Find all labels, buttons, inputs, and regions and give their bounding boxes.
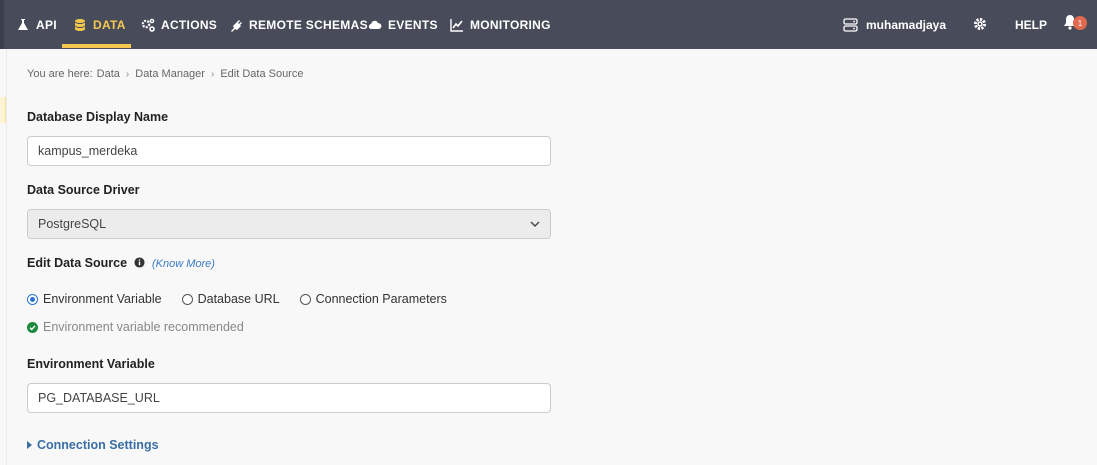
radio-label: Environment Variable	[43, 292, 162, 306]
nav-item-data-label: DATA	[93, 17, 126, 32]
connection-settings-toggle[interactable]: Connection Settings	[27, 438, 159, 452]
caret-right-icon	[27, 441, 32, 449]
nav-item-data[interactable]: DATA	[73, 0, 126, 49]
plug-icon	[231, 18, 242, 32]
content-divider	[6, 49, 7, 465]
user-menu[interactable]: muhamadjaya	[843, 0, 946, 49]
breadcrumb-item-edit-data-source: Edit Data Source	[220, 68, 304, 80]
display-name-label: Database Display Name	[27, 110, 169, 124]
edit-source-heading: Edit Data Source (Know More)	[27, 256, 215, 270]
notification-badge: 1	[1073, 16, 1087, 30]
display-name-input[interactable]: kampus_merdeka	[27, 136, 551, 166]
radio-label: Connection Parameters	[315, 292, 447, 306]
sidebar-edge-highlight	[0, 97, 6, 123]
nav-item-monitoring-label: MONITORING	[470, 17, 551, 32]
radio-database-url[interactable]: Database URL	[181, 292, 280, 306]
radio-environment-variable[interactable]: Environment Variable	[27, 292, 162, 306]
data-source-options: Environment Variable Database URL Connec…	[27, 292, 467, 306]
nav-item-remote-schemas[interactable]: REMOTE SCHEMAS	[229, 0, 368, 49]
nav-item-actions-label: ACTIONS	[161, 17, 218, 32]
server-icon	[843, 17, 858, 32]
chevron-right-icon: ›	[210, 68, 215, 80]
help-label: HELP	[1015, 17, 1048, 32]
recommendation-text: Environment variable recommended	[43, 320, 244, 334]
radio-dot	[299, 293, 311, 305]
gear-icon[interactable]	[972, 16, 988, 32]
cloud-icon	[368, 20, 382, 29]
check-circle-icon	[27, 321, 38, 333]
env-var-value: PG_DATABASE_URL	[38, 391, 160, 405]
breadcrumb-item-data-manager[interactable]: Data Manager	[135, 68, 205, 80]
connection-settings-label: Connection Settings	[37, 438, 159, 452]
edit-source-label: Edit Data Source	[27, 256, 128, 270]
breadcrumb-prefix: You are here:	[27, 68, 93, 80]
active-tab-indicator	[62, 44, 131, 48]
nav-left-strip	[0, 0, 4, 49]
nav-item-monitoring[interactable]: MONITORING	[450, 0, 551, 49]
radio-connection-parameters[interactable]: Connection Parameters	[299, 292, 447, 306]
breadcrumb: You are here: Data › Data Manager › Edit…	[27, 68, 303, 80]
help-button[interactable]: HELP	[1015, 0, 1047, 49]
nav-item-events[interactable]: EVENTS	[368, 0, 438, 49]
nav-item-remote-schemas-label: REMOTE SCHEMAS	[249, 17, 368, 32]
chevron-down-icon	[530, 221, 540, 227]
nav-item-api[interactable]: API	[16, 0, 57, 49]
radio-dot-selected	[27, 293, 38, 305]
env-var-input[interactable]: PG_DATABASE_URL	[27, 383, 551, 413]
info-icon[interactable]	[133, 257, 145, 268]
driver-select[interactable]: PostgreSQL	[27, 209, 551, 239]
cogs-icon	[141, 18, 155, 32]
nav-item-api-label: API	[36, 17, 57, 32]
chart-line-icon	[450, 18, 463, 32]
env-var-label: Environment Variable	[27, 357, 155, 371]
display-name-value: kampus_merdeka	[38, 144, 138, 158]
recommendation-note: Environment variable recommended	[27, 320, 244, 334]
radio-label: Database URL	[197, 292, 280, 306]
driver-value: PostgreSQL	[38, 217, 107, 231]
flask-icon	[18, 18, 28, 30]
top-navigation: API DATA ACTIONS REMOTE SCHEMAS EVENTS M…	[0, 0, 1097, 49]
breadcrumb-item-data[interactable]: Data	[97, 68, 120, 80]
driver-label: Data Source Driver	[27, 183, 140, 197]
username: muhamadjaya	[866, 17, 947, 32]
nav-item-events-label: EVENTS	[388, 17, 438, 32]
radio-dot	[181, 293, 193, 305]
know-more-link[interactable]: (Know More)	[152, 258, 215, 270]
nav-item-actions[interactable]: ACTIONS	[141, 0, 217, 49]
database-icon	[75, 18, 85, 31]
chevron-right-icon: ›	[125, 68, 130, 80]
